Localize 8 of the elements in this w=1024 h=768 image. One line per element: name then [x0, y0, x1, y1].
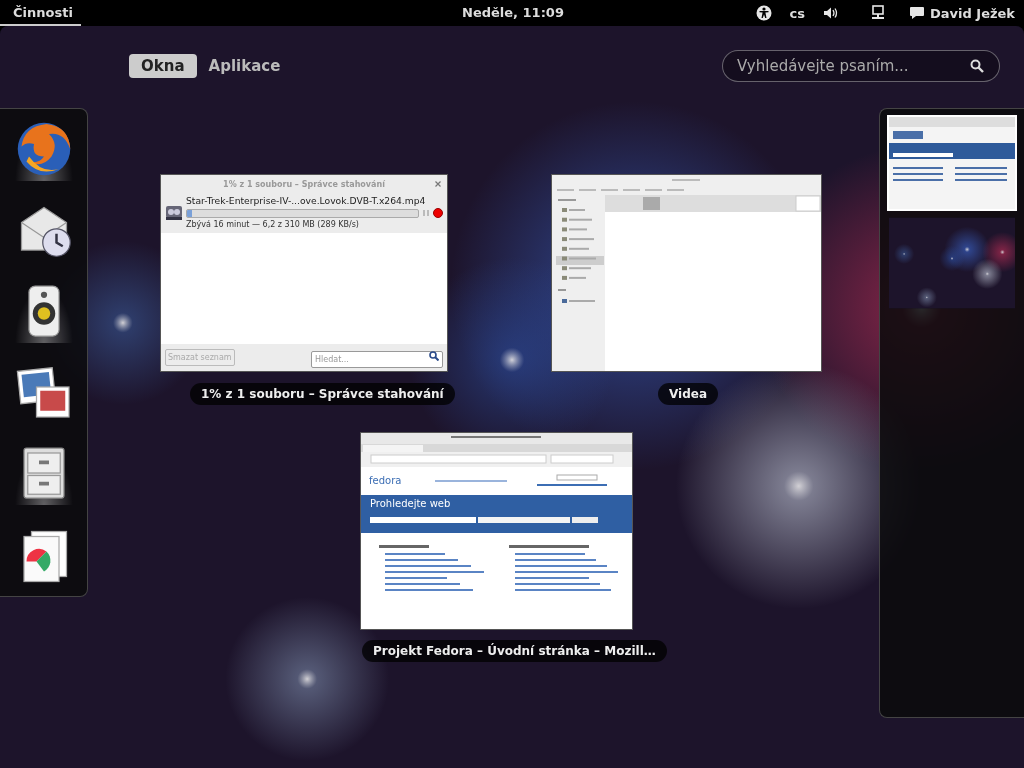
- chat-icon[interactable]: [909, 6, 925, 20]
- activities-button[interactable]: Činnosti: [0, 0, 81, 26]
- user-menu[interactable]: David Ježek: [930, 5, 1015, 21]
- accessibility-icon[interactable]: [755, 5, 772, 21]
- keyboard-language[interactable]: cs: [789, 5, 805, 21]
- clock[interactable]: Neděle, 11:09: [462, 0, 564, 26]
- volume-icon[interactable]: [823, 6, 839, 20]
- network-icon[interactable]: [871, 5, 885, 21]
